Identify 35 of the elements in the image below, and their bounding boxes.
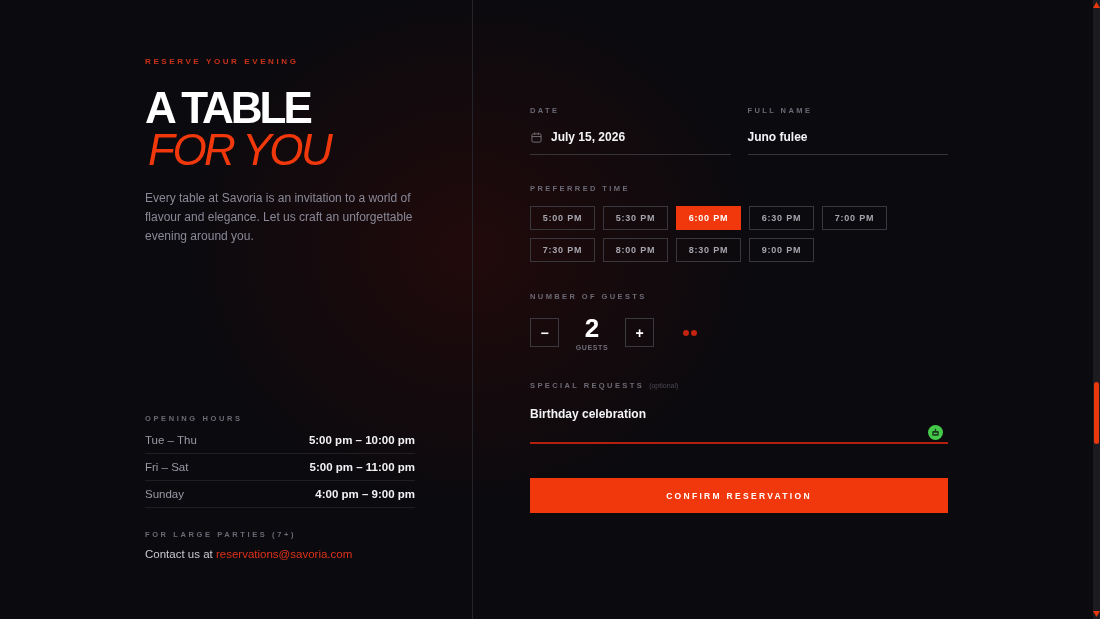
guest-count: 2 [584, 315, 600, 340]
name-field[interactable]: Juno fulee [747, 128, 948, 155]
guest-dots-icon [683, 329, 697, 336]
time-slot-button[interactable]: 8:00 PM [603, 238, 668, 262]
time-slot-button[interactable]: 6:00 PM [676, 206, 741, 230]
scroll-down-icon[interactable] [1093, 611, 1100, 617]
hero-heading: A TABLE [145, 87, 312, 129]
confirm-button[interactable]: CONFIRM RESERVATION [530, 478, 948, 513]
hours-text: 5:00 pm – 11:00 pm [309, 461, 415, 473]
days-text: Sunday [145, 488, 184, 500]
hours-text: 4:00 pm – 9:00 pm [315, 488, 415, 500]
time-slot-button[interactable]: 6:30 PM [749, 206, 814, 230]
time-slot-button[interactable]: 5:00 PM [530, 206, 595, 230]
scroll-up-icon[interactable] [1093, 2, 1100, 8]
time-slot-button[interactable]: 7:00 PM [822, 206, 887, 230]
email-link[interactable]: reservations@savoria.com [215, 548, 353, 560]
scrollbar[interactable] [1093, 0, 1100, 619]
time-slot-button[interactable]: 8:30 PM [676, 238, 741, 262]
scrollbar-thumb[interactable] [1094, 382, 1099, 444]
time-slot-button[interactable]: 5:30 PM [603, 206, 668, 230]
eyebrow-label: RESERVE YOUR EVENING [145, 57, 300, 67]
time-slot-button[interactable]: 7:30 PM [530, 238, 595, 262]
contact-text: Contact us at reservations@savoria.com [145, 547, 354, 562]
time-slot-button[interactable]: 9:00 PM [749, 238, 814, 262]
decrement-button[interactable]: − [530, 318, 559, 347]
hours-text: 5:00 pm – 10:00 pm [308, 434, 415, 446]
increment-button[interactable]: + [625, 318, 654, 347]
hero-heading-accent: FOR YOU [147, 129, 333, 171]
days-text: Tue – Thu [145, 434, 197, 446]
robot-badge-icon[interactable] [928, 425, 943, 440]
requests-field[interactable]: Birthday celebration [530, 405, 948, 444]
intro-paragraph: Every table at Savoria is an invitation to a world of flavour and elegance. Let us craft an unforgettable evening around you. [145, 190, 414, 245]
date-field[interactable]: July 15, 2026 [530, 128, 731, 155]
calendar-icon [531, 131, 542, 143]
days-text: Fri – Sat [145, 461, 189, 473]
